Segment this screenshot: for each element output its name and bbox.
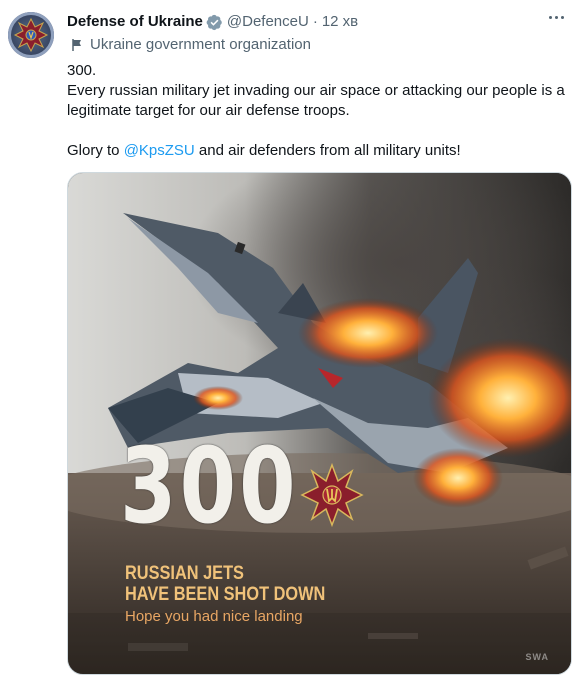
separator-dot: · <box>312 13 318 30</box>
timestamp[interactable]: 12 хв <box>322 12 358 32</box>
headline-line: HAVE BEEN SHOT DOWN <box>125 584 326 605</box>
verified-badge-icon[interactable] <box>206 14 223 31</box>
flag-icon <box>72 39 81 51</box>
affiliation-text: Ukraine government organization <box>90 36 311 53</box>
shot-down-count: 300 <box>120 425 299 547</box>
media-subline: Hope you had nice landing <box>125 608 303 625</box>
more-options-icon[interactable] <box>545 10 567 24</box>
display-name[interactable]: Defense of Ukraine <box>67 12 203 32</box>
author-handle[interactable]: @DefenceU <box>227 12 309 32</box>
emblem-icon <box>13 17 49 53</box>
armed-forces-emblem-icon <box>300 463 364 527</box>
headline-line: RUSSIAN JETS <box>125 563 244 584</box>
mention-link[interactable]: @KpsZSU <box>124 142 195 159</box>
tweet-text: 300. Every russian military jet invading… <box>67 61 567 161</box>
text-segment: and air defenders from all military unit… <box>194 142 461 159</box>
tweet-text-line: Every russian military jet invading our … <box>67 82 565 119</box>
affiliation-label[interactable]: Ukraine government organization <box>70 36 311 54</box>
media-watermark: SWA <box>525 652 549 662</box>
avatar[interactable] <box>8 12 54 58</box>
text-segment: Glory to <box>67 142 124 159</box>
tweet-header: Defense of Ukraine @DefenceU · 12 хв <box>67 12 358 32</box>
media-headline: RUSSIAN JETS HAVE BEEN SHOT DOWN <box>125 563 325 605</box>
tweet-text-line: 300. <box>67 62 97 79</box>
tweet-text-line: Glory to @KpsZSU and air defenders from … <box>67 141 567 161</box>
tweet-media[interactable]: 300 RUSSIAN JETS HAVE BEEN SHOT DOWN Hop… <box>67 172 572 675</box>
